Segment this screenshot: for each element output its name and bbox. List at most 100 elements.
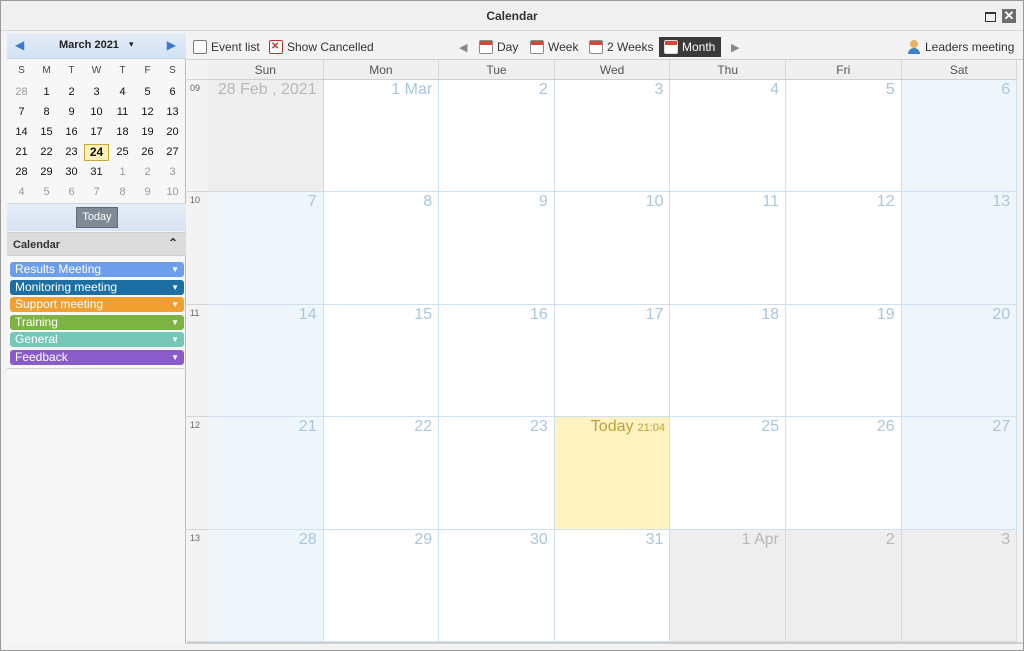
chevron-down-icon[interactable]: ▼ [171, 332, 179, 347]
chevron-down-icon[interactable]: ▼ [171, 315, 179, 330]
mini-day[interactable]: 4 [110, 86, 135, 98]
mini-day[interactable]: 28 [9, 86, 34, 98]
day-cell[interactable]: 7 [208, 192, 324, 305]
mini-day[interactable]: 31 [84, 166, 109, 178]
mini-day[interactable]: 1 [34, 86, 59, 98]
mini-day[interactable]: 13 [160, 106, 185, 118]
mini-prev-month-icon[interactable]: ◀ [15, 38, 24, 52]
mini-day[interactable]: 10 [84, 106, 109, 118]
day-cell[interactable]: 6 [901, 80, 1018, 193]
day-cell[interactable]: 1 Mar [323, 80, 440, 193]
day-cell[interactable]: 2 [439, 80, 555, 193]
chevron-down-icon[interactable]: ▾ [129, 39, 134, 50]
day-cell[interactable]: 23 [439, 417, 555, 530]
mini-day[interactable]: 4 [9, 186, 34, 198]
day-cell[interactable]: 2 [786, 529, 902, 642]
day-cell[interactable]: 16 [439, 304, 555, 418]
day-cell[interactable]: 18 [670, 304, 786, 418]
day-cell[interactable]: 3 [554, 80, 671, 193]
day-cell[interactable]: 15 [323, 304, 440, 418]
day-cell[interactable]: 13 [901, 192, 1018, 305]
mini-day[interactable]: 26 [135, 146, 160, 158]
view-month-button[interactable]: Month [659, 37, 722, 57]
mini-day[interactable]: 19 [135, 126, 160, 138]
mini-day[interactable]: 29 [34, 166, 59, 178]
mini-day[interactable]: 8 [110, 186, 135, 198]
show-cancelled-button[interactable]: Show Cancelled [269, 37, 374, 57]
day-cell[interactable]: 10 [554, 192, 671, 305]
calendar-legend-item[interactable]: Support meeting ▼ [10, 297, 184, 312]
mini-day-today[interactable]: 24 [84, 144, 109, 161]
mini-day[interactable]: 3 [84, 86, 109, 98]
mini-day[interactable]: 12 [135, 106, 160, 118]
close-icon[interactable]: ✕ [1002, 9, 1016, 23]
today-button[interactable]: Today [76, 207, 118, 228]
chevron-down-icon[interactable]: ▼ [171, 297, 179, 312]
mini-day[interactable]: 5 [34, 186, 59, 198]
user-button[interactable]: Leaders meeting [907, 37, 1014, 57]
calendar-legend-item[interactable]: Feedback ▼ [10, 349, 184, 365]
collapse-icon[interactable]: ⌃ [168, 236, 178, 250]
mini-next-month-icon[interactable]: ▶ [167, 38, 176, 52]
day-cell[interactable]: 14 [208, 304, 324, 418]
mini-day[interactable]: 17 [84, 126, 109, 138]
mini-day[interactable]: 7 [84, 186, 109, 198]
day-cell[interactable]: 4 [670, 80, 786, 193]
day-cell[interactable]: 19 [786, 304, 902, 418]
view-2weeks-button[interactable]: 2 Weeks [589, 37, 653, 57]
day-cell[interactable]: 21 [208, 417, 324, 530]
mini-day[interactable]: 1 [110, 166, 135, 178]
day-cell[interactable]: 8 [323, 192, 440, 305]
mini-day[interactable]: 2 [135, 166, 160, 178]
mini-day[interactable]: 18 [110, 126, 135, 138]
day-cell[interactable]: 25 [670, 417, 786, 530]
mini-day[interactable]: 6 [160, 86, 185, 98]
mini-day[interactable]: 5 [135, 86, 160, 98]
mini-day[interactable]: 25 [110, 146, 135, 158]
day-cell[interactable]: 31 [554, 529, 671, 642]
chevron-down-icon[interactable]: ▼ [171, 280, 179, 295]
mini-day[interactable]: 23 [59, 146, 84, 158]
mini-day[interactable]: 27 [160, 146, 185, 158]
mini-day[interactable]: 3 [160, 166, 185, 178]
view-week-button[interactable]: Week [530, 37, 578, 57]
calendar-legend-item[interactable]: General ▼ [10, 332, 184, 347]
next-period-button[interactable]: ▶ [731, 37, 739, 57]
mini-day[interactable]: 9 [59, 106, 84, 118]
day-cell[interactable]: 17 [554, 304, 671, 418]
mini-day[interactable]: 7 [9, 106, 34, 118]
calendar-legend-item[interactable]: Training ▼ [10, 314, 184, 330]
day-cell[interactable]: 20 [901, 304, 1018, 418]
mini-day[interactable]: 2 [59, 86, 84, 98]
day-cell[interactable]: 29 [323, 529, 440, 642]
event-list-button[interactable]: Event list [193, 37, 260, 57]
mini-day[interactable]: 8 [34, 106, 59, 118]
day-cell[interactable]: 30 [439, 529, 555, 642]
mini-month-label[interactable]: March 2021 [59, 39, 119, 51]
day-cell[interactable]: 28 Feb , 2021 [208, 80, 324, 193]
mini-day[interactable]: 10 [160, 186, 185, 198]
day-cell[interactable]: 5 [786, 80, 902, 193]
mini-day[interactable]: 9 [135, 186, 160, 198]
day-cell[interactable]: 27 [901, 417, 1018, 530]
mini-day[interactable]: 16 [59, 126, 84, 138]
day-cell[interactable]: 11 [670, 192, 786, 305]
mini-day[interactable]: 20 [160, 126, 185, 138]
calendar-legend-item[interactable]: Results Meeting ▼ [10, 262, 184, 277]
day-cell[interactable]: 28 [208, 529, 324, 642]
mini-day[interactable]: 6 [59, 186, 84, 198]
mini-day[interactable]: 22 [34, 146, 59, 158]
restore-icon[interactable] [983, 9, 997, 23]
mini-day[interactable]: 21 [9, 146, 34, 158]
calendar-legend-item[interactable]: Monitoring meeting ▼ [10, 279, 184, 295]
chevron-down-icon[interactable]: ▼ [171, 262, 179, 277]
chevron-down-icon[interactable]: ▼ [171, 350, 179, 365]
mini-day[interactable]: 30 [59, 166, 84, 178]
mini-day[interactable]: 14 [9, 126, 34, 138]
day-cell[interactable]: 9 [439, 192, 555, 305]
day-cell-today[interactable]: Today 21:04 [554, 417, 671, 530]
mini-day[interactable]: 11 [110, 106, 135, 118]
mini-day[interactable]: 15 [34, 126, 59, 138]
mini-day[interactable]: 28 [9, 166, 34, 178]
day-cell[interactable]: 1 Apr [670, 529, 786, 642]
